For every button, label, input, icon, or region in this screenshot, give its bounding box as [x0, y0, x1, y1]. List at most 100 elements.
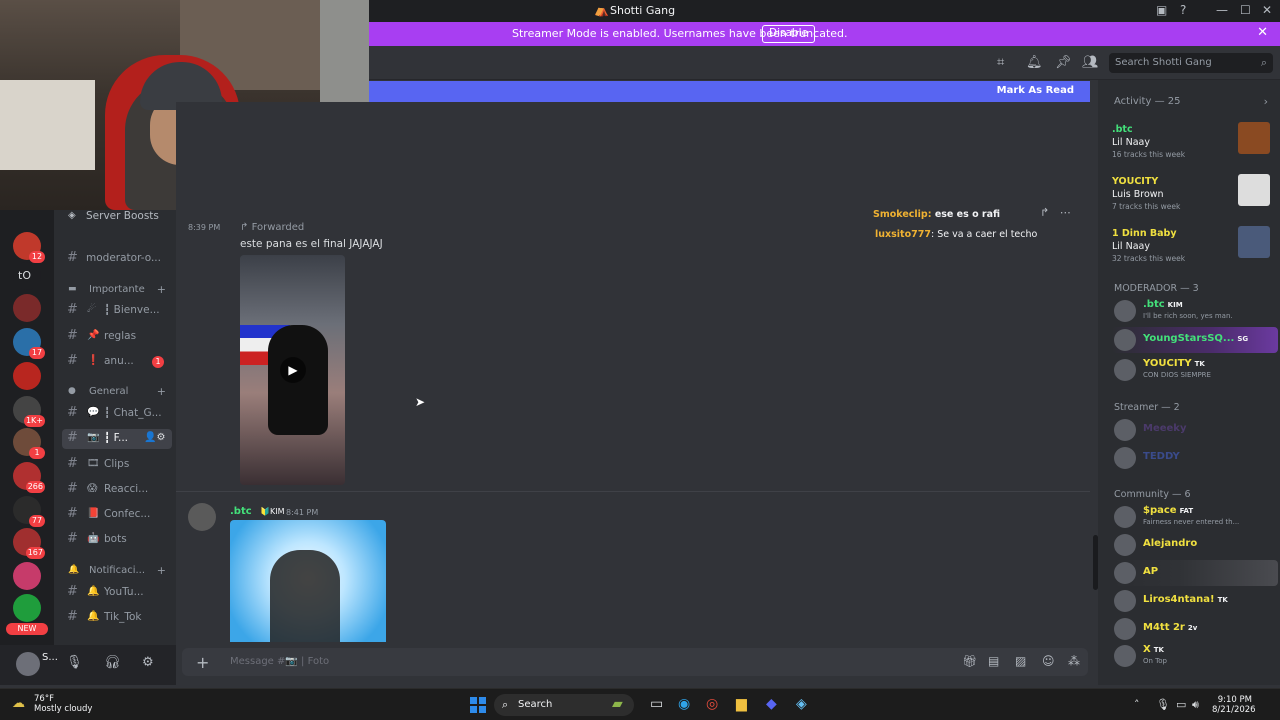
channel-item[interactable]: # ☄ ┇ Bienve...	[62, 301, 172, 321]
channel-settings-icon[interactable]: 👤⚙	[144, 432, 165, 443]
gif-icon[interactable]: ▤	[988, 654, 999, 668]
task-view-icon[interactable]: ▭	[650, 696, 663, 712]
channel-item[interactable]: # 📌 reglas	[62, 327, 172, 347]
message-actions[interactable]: ↱ ⋯	[1040, 206, 1071, 219]
server-icon[interactable]	[13, 362, 41, 390]
weather-widget[interactable]: 76°F Mostly cloudy	[34, 694, 92, 714]
video-attachment[interactable]: ▶	[240, 255, 345, 485]
search-input[interactable]: Search Shotti Gang ⌕	[1109, 53, 1273, 73]
category-icon: 🔔	[68, 565, 80, 575]
message-author[interactable]: .btc	[230, 506, 252, 517]
activity-tracks: 16 tracks this week	[1112, 150, 1186, 159]
activity-song: Lil Naay	[1112, 241, 1150, 252]
member-item[interactable]: YOUCITY TK CON DIOS SIEMPRE	[1112, 357, 1278, 383]
discord-icon[interactable]: ◆	[766, 696, 777, 712]
server-icon[interactable]	[13, 562, 41, 590]
disable-streamer-mode-button[interactable]: Disable	[762, 25, 815, 43]
member-item[interactable]: Alejandro	[1112, 532, 1278, 558]
avatar[interactable]	[188, 503, 216, 531]
add-channel-icon[interactable]: +	[157, 564, 166, 577]
member-item[interactable]: AP	[1112, 560, 1278, 586]
emoji-icon[interactable]: ☺	[1042, 654, 1055, 668]
system-clock[interactable]: 9:10 PM 8/21/2026	[1212, 695, 1256, 715]
activity-item[interactable]: YOUCITY Luis Brown 7 tracks this week	[1112, 174, 1272, 220]
member-item[interactable]: TEDDY	[1112, 445, 1278, 471]
display-icon[interactable]: ▭	[1176, 698, 1186, 711]
message-composer[interactable]: + Message #📷 | Foto 🎁︎ ▤ ▨ ☺ ⁂	[182, 648, 1088, 676]
chevron-right-icon[interactable]: ›	[1264, 95, 1268, 108]
member-list-icon[interactable]: 👥︎	[1082, 55, 1099, 70]
start-button[interactable]	[470, 697, 486, 713]
member-tag: KIM	[1167, 301, 1183, 309]
member-item[interactable]: YoungStarsSQ... SG	[1112, 327, 1278, 353]
category-general[interactable]: ● General +	[62, 385, 172, 401]
server-icon[interactable]: tO	[13, 262, 41, 290]
inbox-icon[interactable]: ▣	[1156, 3, 1167, 17]
server-icon[interactable]	[13, 294, 41, 322]
member-item[interactable]: X TK On Top	[1112, 643, 1278, 669]
server-icon[interactable]: 17	[13, 328, 45, 359]
close-window-button[interactable]: ✕	[1262, 3, 1272, 17]
server-icon[interactable]: 12	[13, 232, 45, 263]
channel-item[interactable]: # 🤖 bots	[62, 530, 172, 550]
close-icon[interactable]: ✕	[1257, 25, 1268, 40]
server-icon[interactable]: 167	[13, 528, 45, 559]
edge-icon[interactable]: ◉	[678, 696, 690, 712]
message-input[interactable]: Message #📷 | Foto	[230, 656, 329, 667]
help-icon[interactable]: ?	[1180, 3, 1186, 17]
headphones-icon[interactable]: 🎧︎	[104, 655, 121, 670]
bell-icon[interactable]: 🔔︎	[1026, 55, 1043, 70]
server-icon[interactable]: 266	[13, 462, 45, 493]
member-item[interactable]: M4tt 2r 2v	[1112, 616, 1278, 642]
category-notificaci[interactable]: 🔔 Notificaci... +	[62, 564, 172, 580]
add-channel-icon[interactable]: +	[157, 385, 166, 398]
threads-icon[interactable]: ⌗	[997, 55, 1004, 70]
member-item[interactable]: .btc KIM I'll be rich soon, yes man.	[1112, 298, 1278, 324]
channel-item[interactable]: # 📕 Confec...	[62, 505, 172, 525]
pin-icon[interactable]: 📌︎	[1055, 55, 1072, 70]
avatar	[1114, 329, 1136, 351]
server-icon[interactable]	[13, 594, 41, 622]
play-icon[interactable]: ▶	[280, 357, 306, 383]
channel-item[interactable]: # 🎞 Clips	[62, 455, 172, 475]
channel-item[interactable]: # ❗ anu... 1	[62, 352, 172, 372]
image-attachment[interactable]	[230, 520, 386, 642]
game-app-icon[interactable]: ▰	[612, 696, 623, 712]
unread-badge: 1	[152, 356, 164, 368]
server-boosts[interactable]: ◈ Server Boosts	[54, 210, 176, 224]
channel-item[interactable]: # 📷 ┇ F... 👤⚙	[62, 429, 172, 449]
channel-item[interactable]: # moderator-o...	[62, 249, 172, 269]
member-item[interactable]: Meeeky	[1112, 417, 1278, 443]
channel-item[interactable]: # 💬 ┇ Chat_G...	[62, 404, 172, 424]
chrome-icon[interactable]: ◎	[706, 696, 718, 712]
chevron-up-icon[interactable]: ˄	[1134, 698, 1140, 711]
member-item[interactable]: Liros4ntana! TK	[1112, 588, 1278, 614]
server-icon[interactable]: 77	[13, 496, 45, 527]
avatar[interactable]	[16, 652, 40, 676]
hash-icon: #	[67, 430, 78, 445]
microphone-icon[interactable]: 🎙︎	[1156, 698, 1170, 711]
sticker-icon[interactable]: ▨	[1015, 654, 1026, 668]
member-item[interactable]: $pace FAT Fairness never entered th...	[1112, 504, 1278, 530]
gift-icon[interactable]: 🎁︎	[962, 654, 977, 668]
gear-icon[interactable]: ⚙	[142, 655, 154, 670]
minimize-button[interactable]: —	[1216, 3, 1228, 17]
activity-item[interactable]: 1 Dinn Baby Lil Naay 32 tracks this week	[1112, 226, 1272, 272]
speaker-icon[interactable]: 🔊︎	[1192, 698, 1199, 712]
server-icon[interactable]: 1	[13, 428, 45, 459]
activity-item[interactable]: .btc Lil Naay 16 tracks this week	[1112, 122, 1272, 168]
apps-icon[interactable]: ⁂	[1068, 654, 1080, 668]
server-icon[interactable]: 1K+	[13, 396, 45, 427]
microphone-icon[interactable]: 🎙︎	[66, 655, 83, 670]
steam-icon[interactable]: ◈	[796, 696, 807, 712]
mark-as-read-button[interactable]: Mark As Read	[997, 85, 1074, 96]
channel-item[interactable]: # 🔔 YouTu...	[62, 583, 172, 603]
add-attachment-icon[interactable]: +	[196, 653, 209, 672]
file-explorer-icon[interactable]: ▆	[736, 696, 747, 712]
add-channel-icon[interactable]: +	[157, 283, 166, 296]
maximize-button[interactable]: ☐	[1240, 3, 1251, 17]
channel-emoji-icon: 💬	[87, 407, 100, 418]
channel-item[interactable]: # 😱 Reacci...	[62, 480, 172, 500]
channel-item[interactable]: # 🔔 Tik_Tok	[62, 608, 172, 628]
category-importante[interactable]: ▬ Importante +	[62, 283, 172, 299]
